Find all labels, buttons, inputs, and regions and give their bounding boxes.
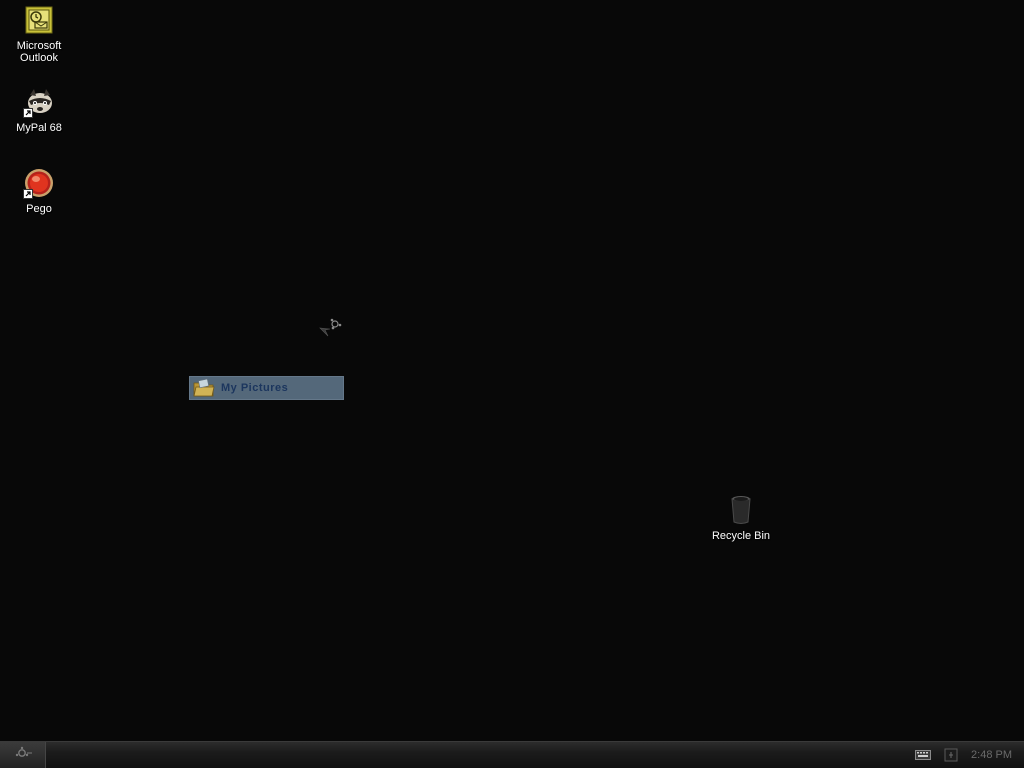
pego-icon (23, 167, 55, 199)
desktop-icon-pego[interactable]: Pego (1, 167, 77, 215)
system-tray: 2:48 PM (904, 742, 1024, 768)
taskbar: 2:48 PM (0, 741, 1024, 768)
desktop-icon-outlook[interactable]: Microsoft Outlook (1, 4, 77, 64)
desktop-icon-mypal[interactable]: MyPal 68 (1, 86, 77, 134)
shortcut-arrow-icon (23, 189, 33, 199)
recycle-bin-icon (725, 494, 757, 526)
desktop-icon-label: Pego (26, 203, 52, 215)
drag-ghost-label: My Pictures (221, 382, 289, 394)
desktop-icon-label: Microsoft Outlook (16, 40, 62, 64)
desktop[interactable]: Microsoft Outlook MyPal 68 Pego Recycle … (0, 0, 1024, 741)
desktop-icon-recycle-bin[interactable]: Recycle Bin (703, 494, 779, 542)
mouse-cursor-icon (318, 316, 346, 340)
desktop-icon-label: Recycle Bin (711, 530, 771, 542)
drag-ghost-my-pictures: My Pictures (189, 376, 344, 400)
keyboard-icon[interactable] (915, 747, 932, 763)
network-icon[interactable] (943, 747, 959, 763)
desktop-icon-label: MyPal 68 (16, 122, 62, 134)
folder-icon (193, 377, 215, 399)
start-button[interactable] (0, 742, 46, 768)
clock[interactable]: 2:48 PM (971, 749, 1012, 761)
start-gear-icon (13, 745, 33, 766)
outlook-icon (23, 4, 55, 36)
mypal-icon (23, 86, 55, 118)
shortcut-arrow-icon (23, 108, 33, 118)
